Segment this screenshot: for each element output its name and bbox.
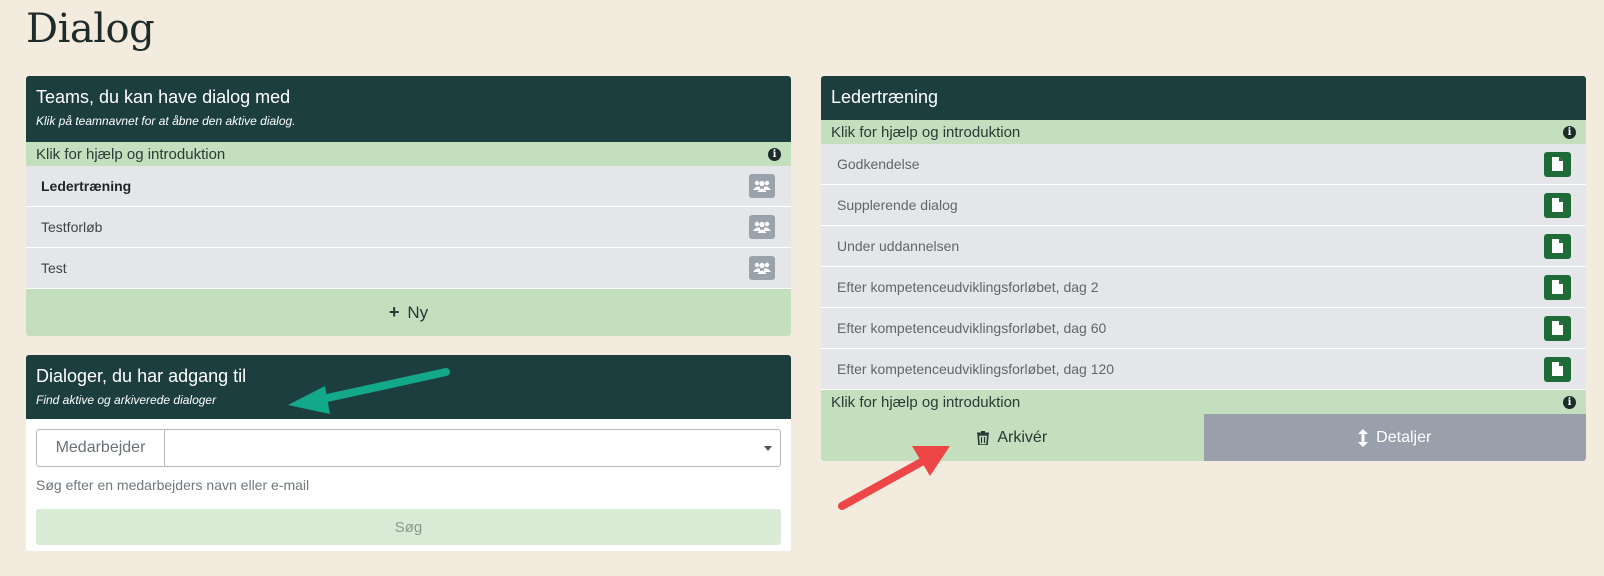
employee-select[interactable] [165,430,780,466]
file-icon[interactable] [1544,315,1571,341]
teams-panel-title: Teams, du kan have dialog med [36,87,291,107]
archive-label: Arkivér [997,428,1048,446]
team-item-label: Ledertræning [41,178,132,194]
users-icon[interactable] [749,215,775,239]
dialogs-panel: Dialoger, du har adgang til Find aktive … [26,355,791,551]
dialogs-panel-header: Dialoger, du har adgang til Find aktive … [26,355,791,419]
page-title: Dialog [26,6,155,52]
info-circle-icon: i [1563,395,1576,409]
teams-help-bar[interactable]: Klik for hjælp og introduktion i [26,142,791,166]
employee-hint: Søg efter en medarbejders navn eller e-m… [36,477,310,493]
teams-help-label: Klik for hjælp og introduktion [36,145,226,163]
teams-panel-header: Teams, du kan have dialog med Klik på te… [26,76,791,142]
info-circle-icon: i [768,147,781,161]
dialog-item-supplerende[interactable]: Supplerende dialog [821,185,1586,226]
dialogs-panel-title: Dialoger, du har adgang til [36,366,247,386]
dialog-item-dag-120[interactable]: Efter kompetenceudviklingsforløbet, dag … [821,349,1586,390]
dialog-item-godkendelse[interactable]: Godkendelse [821,144,1586,185]
team-item-label: Test [41,260,67,276]
employee-label: Medarbejder [37,430,165,466]
teams-panel-subtitle: Klik på teamnavnet for at åbne den aktiv… [36,114,296,128]
users-icon[interactable] [749,256,775,280]
dialog-item-label: Efter kompetenceudviklingsforløbet, dag … [837,279,1099,295]
file-icon[interactable] [1544,192,1571,218]
team-item-label: Testforløb [41,219,103,235]
users-icon[interactable] [749,174,775,198]
new-team-button[interactable]: + Ny [26,289,791,336]
search-button[interactable]: Søg [36,509,781,545]
dialog-item-under-uddannelsen[interactable]: Under uddannelsen [821,226,1586,267]
file-icon[interactable] [1544,151,1571,177]
caret-down-icon [764,446,772,451]
detail-help-label: Klik for hjælp og introduktion [831,393,1021,411]
employee-input-group: Medarbejder [36,429,781,467]
new-team-label: Ny [407,302,429,322]
team-item-testforloeb[interactable]: Testforløb [26,207,791,248]
details-button[interactable]: Detaljer [1203,414,1586,461]
team-item-ledertraening[interactable]: Ledertræning [26,166,791,207]
info-circle-icon: i [1563,125,1576,139]
file-icon[interactable] [1544,233,1571,259]
dialog-item-label: Efter kompetenceudviklingsforløbet, dag … [837,320,1107,336]
arrows-vertical-icon [1358,428,1369,447]
dialog-item-label: Godkendelse [837,156,920,172]
file-icon[interactable] [1544,274,1571,300]
detail-help-bar-bottom[interactable]: Klik for hjælp og introduktion i [821,390,1586,414]
detail-actions: Arkivér Detaljer [821,414,1586,461]
trash-icon [977,430,990,445]
details-label: Detaljer [1376,428,1432,446]
dialog-item-label: Supplerende dialog [837,197,958,213]
dialog-item-dag-2[interactable]: Efter kompetenceudviklingsforløbet, dag … [821,267,1586,308]
team-item-test[interactable]: Test [26,248,791,289]
detail-panel-header: Ledertræning [821,76,1586,120]
dialog-item-label: Efter kompetenceudviklingsforløbet, dag … [837,361,1115,377]
dialogs-panel-subtitle: Find aktive og arkiverede dialoger [36,393,217,407]
dialog-item-label: Under uddannelsen [837,238,960,254]
detail-panel: Ledertræning Klik for hjælp og introdukt… [821,76,1586,461]
archive-button[interactable]: Arkivér [821,414,1204,461]
file-icon[interactable] [1544,356,1571,382]
detail-help-bar-top[interactable]: Klik for hjælp og introduktion i [821,120,1586,144]
plus-icon: + [388,302,400,322]
detail-panel-title: Ledertræning [831,87,939,107]
dialog-item-dag-60[interactable]: Efter kompetenceudviklingsforløbet, dag … [821,308,1586,349]
dialogs-search-form: Medarbejder Søg efter en medarbejders na… [26,419,791,551]
detail-help-label: Klik for hjælp og introduktion [831,123,1021,141]
teams-panel: Teams, du kan have dialog med Klik på te… [26,76,791,336]
